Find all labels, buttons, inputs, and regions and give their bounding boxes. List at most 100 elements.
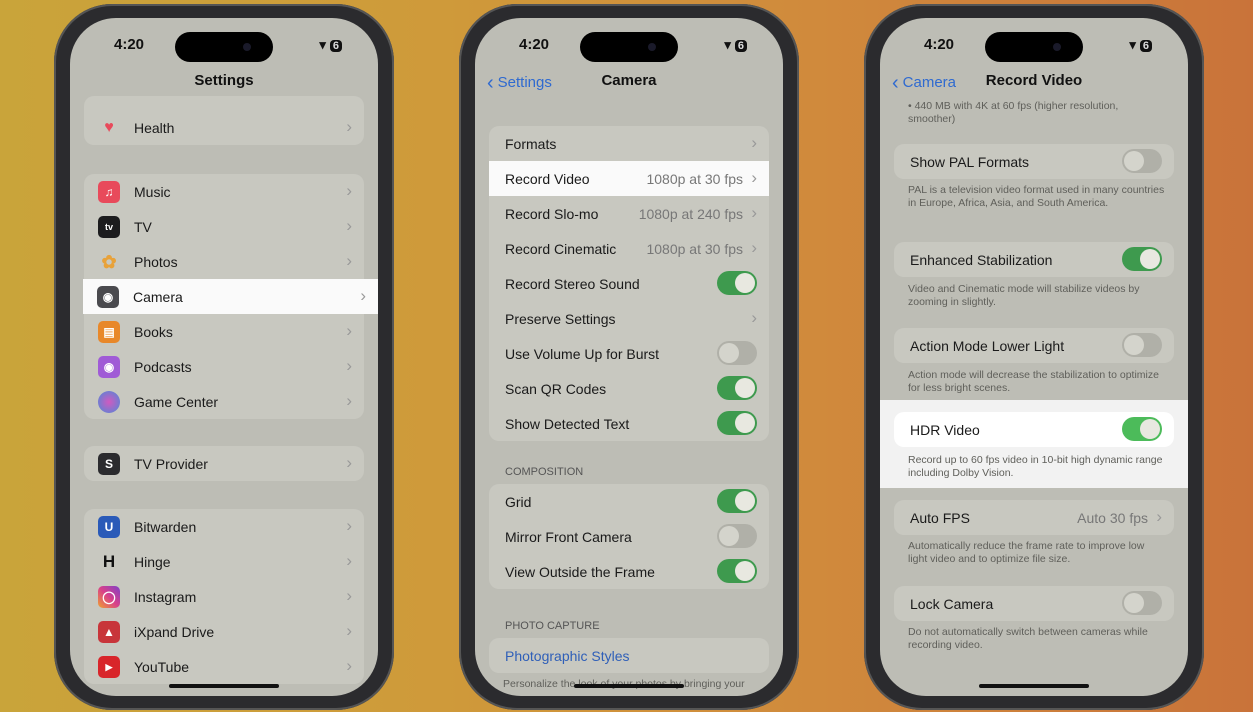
row-detected-text: Show Detected Text bbox=[489, 406, 769, 441]
settings-item-tv[interactable]: tv TV › bbox=[84, 209, 364, 244]
toggle-detected-text[interactable] bbox=[717, 411, 757, 435]
settings-group-provider: S TV Provider › bbox=[84, 446, 364, 481]
bitwarden-icon: U bbox=[98, 516, 120, 538]
row-label: Mirror Front Camera bbox=[505, 529, 632, 545]
navigation-bar: ‹ Settings Camera bbox=[475, 70, 783, 96]
row-value: 1080p at 30 fps bbox=[646, 241, 743, 257]
camera-settings-group: Formats › Record Video 1080p at 30 fps › Re… bbox=[489, 126, 769, 441]
list-item-partial[interactable] bbox=[84, 96, 364, 110]
settings-item-ixpand-drive[interactable]: ▲ iXpand Drive › bbox=[84, 614, 364, 649]
toggle-action-mode[interactable] bbox=[1122, 333, 1162, 357]
settings-item-podcasts[interactable]: ◉ Podcasts › bbox=[84, 349, 364, 384]
row-label: Record Cinematic bbox=[505, 241, 617, 257]
chevron-right-icon: › bbox=[751, 133, 757, 152]
row-label: View Outside the Frame bbox=[505, 564, 655, 580]
toggle-mirror-front[interactable] bbox=[717, 524, 757, 548]
row-action-mode-lower-light: Action Mode Lower Light bbox=[894, 328, 1174, 363]
item-label: YouTube bbox=[134, 659, 190, 675]
lock-camera-footer: Do not automatically switch between came… bbox=[908, 626, 1148, 651]
item-label: TV bbox=[134, 219, 152, 235]
row-label: Use Volume Up for Burst bbox=[505, 346, 660, 362]
toggle-volume-burst[interactable] bbox=[717, 341, 757, 365]
item-label: Camera bbox=[133, 289, 183, 305]
toggle-pal-formats[interactable] bbox=[1122, 149, 1162, 173]
row-record-cinematic[interactable]: Record Cinematic 1080p at 30 fps › bbox=[489, 231, 769, 266]
chevron-right-icon: › bbox=[346, 117, 352, 136]
row-value: 1080p at 30 fps bbox=[646, 171, 743, 187]
toggle-scan-qr[interactable] bbox=[717, 376, 757, 400]
toggle-enhanced-stabilization[interactable] bbox=[1122, 247, 1162, 271]
status-time: 4:20 bbox=[114, 36, 145, 53]
action-mode-footer: Action mode will decrease the stabilizat… bbox=[908, 369, 1159, 394]
row-photographic-styles[interactable]: Photographic Styles bbox=[489, 638, 769, 673]
item-label: Bitwarden bbox=[134, 519, 197, 535]
lock-camera-group: Lock Camera bbox=[894, 586, 1174, 621]
status-icons: ▾ 6 bbox=[319, 37, 342, 53]
row-auto-fps[interactable]: Auto FPS Auto 30 fps › bbox=[894, 500, 1174, 535]
toggle-lock-camera[interactable] bbox=[1122, 591, 1162, 615]
row-value: 1080p at 240 fps bbox=[638, 206, 743, 222]
format-size-footer: • 440 MB with 4K at 60 fps (higher resol… bbox=[908, 100, 1119, 125]
chevron-right-icon: › bbox=[751, 203, 757, 222]
dynamic-island bbox=[985, 32, 1083, 62]
photos-icon: ✿ bbox=[101, 252, 117, 272]
row-label: Preserve Settings bbox=[505, 311, 616, 327]
settings-group-third-party: U Bitwarden › H Hinge › ◯ Instagram › ▲ iXpand … bbox=[84, 509, 364, 684]
composition-group: Grid Mirror Front Camera View Outside th… bbox=[489, 484, 769, 589]
row-label: Grid bbox=[505, 494, 532, 510]
settings-item-instagram[interactable]: ◯ Instagram › bbox=[84, 579, 364, 614]
screen: 4:20 ▾ 6 ‹ Settings Camera Formats › Record… bbox=[475, 18, 783, 696]
row-scan-qr: Scan QR Codes bbox=[489, 371, 769, 406]
item-label: Photos bbox=[134, 254, 178, 270]
chevron-right-icon: › bbox=[346, 656, 352, 675]
row-record-stereo-sound: Record Stereo Sound bbox=[489, 266, 769, 301]
row-record-video[interactable]: Record Video 1080p at 30 fps › bbox=[489, 161, 769, 196]
sidebar-item-health[interactable]: ♥ Health › bbox=[84, 110, 364, 145]
row-grid: Grid bbox=[489, 484, 769, 519]
settings-item-camera[interactable]: ◉ Camera › bbox=[83, 279, 378, 314]
row-record-slo-mo[interactable]: Record Slo-mo 1080p at 240 fps › bbox=[489, 196, 769, 231]
page-title: Camera bbox=[601, 72, 657, 89]
toggle-hdr-video[interactable] bbox=[1122, 417, 1162, 441]
settings-item-youtube[interactable]: ▶ YouTube › bbox=[84, 649, 364, 684]
phone-record-video: 4:20 ▾ 6 ‹ Camera Record Video • 440 MB wi… bbox=[864, 4, 1204, 710]
home-indicator bbox=[169, 684, 279, 688]
row-label: Enhanced Stabilization bbox=[910, 252, 1053, 268]
row-label: Record Video bbox=[505, 171, 590, 187]
battery-icon: 6 bbox=[329, 40, 342, 52]
battery-icon: 6 bbox=[1139, 40, 1152, 52]
settings-item-hinge[interactable]: H Hinge › bbox=[84, 544, 364, 579]
row-formats[interactable]: Formats › bbox=[489, 126, 769, 161]
settings-item-books[interactable]: ▤ Books › bbox=[84, 314, 364, 349]
status-icons: ▾ 6 bbox=[1129, 37, 1152, 53]
item-label: TV Provider bbox=[134, 456, 208, 472]
home-indicator bbox=[979, 684, 1089, 688]
chevron-right-icon: › bbox=[346, 356, 352, 375]
row-view-outside: View Outside the Frame bbox=[489, 554, 769, 589]
row-pal-formats: Show PAL Formats bbox=[894, 144, 1174, 179]
row-label: Show Detected Text bbox=[505, 416, 630, 432]
action-mode-group: Action Mode Lower Light bbox=[894, 328, 1174, 363]
youtube-icon: ▶ bbox=[98, 656, 120, 678]
settings-item-photos[interactable]: ✿ Photos › bbox=[84, 244, 364, 279]
screen: 4:20 ▾ 6 ‹ Camera Record Video • 440 MB wi… bbox=[880, 18, 1188, 696]
toggle-view-outside[interactable] bbox=[717, 559, 757, 583]
row-label: Record Stereo Sound bbox=[505, 276, 640, 292]
ixpand-icon: ▲ bbox=[98, 621, 120, 643]
item-label: iXpand Drive bbox=[134, 624, 215, 640]
battery-icon: 6 bbox=[734, 40, 747, 52]
pal-footer: PAL is a television video format used in… bbox=[908, 184, 1165, 209]
row-mirror-front: Mirror Front Camera bbox=[489, 519, 769, 554]
settings-item-music[interactable]: ♫ Music › bbox=[84, 174, 364, 209]
toggle-stereo-sound[interactable] bbox=[717, 271, 757, 295]
screen: 4:20 ▾ 6 Settings ♥ Health › ♫ Music › tv TV… bbox=[70, 18, 378, 696]
row-value: Auto 30 fps bbox=[1077, 510, 1148, 526]
hdr-footer: Record up to 60 fps video in 10-bit high… bbox=[908, 454, 1163, 479]
row-label: Lock Camera bbox=[910, 596, 994, 612]
settings-item-tv-provider[interactable]: S TV Provider › bbox=[84, 446, 364, 481]
wifi-icon: ▾ bbox=[724, 37, 731, 52]
toggle-grid[interactable] bbox=[717, 489, 757, 513]
settings-item-game-center[interactable]: Game Center › bbox=[84, 384, 364, 419]
row-preserve-settings[interactable]: Preserve Settings › bbox=[489, 301, 769, 336]
settings-item-bitwarden[interactable]: U Bitwarden › bbox=[84, 509, 364, 544]
